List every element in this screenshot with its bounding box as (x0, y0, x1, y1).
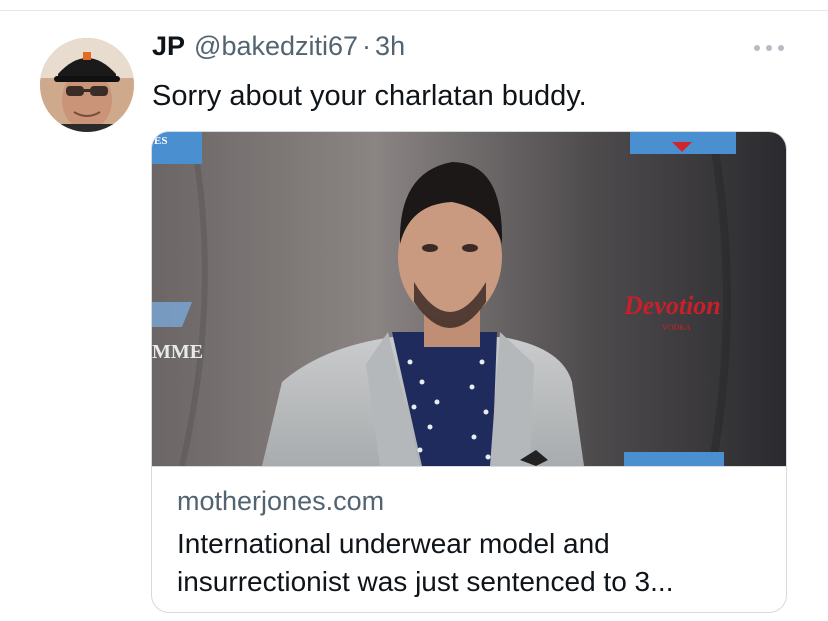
more-options-icon[interactable] (754, 42, 784, 54)
card-domain: motherjones.com (177, 486, 385, 516)
card-title[interactable]: International underwear model and insurr… (177, 525, 767, 601)
devotion-sub: VODKA (662, 323, 691, 332)
card-title-line: insurrectionist was just sentenced to 3.… (177, 566, 674, 597)
header-separator: · (362, 31, 372, 61)
tweet-timestamp[interactable]: 3h (375, 31, 405, 62)
card-photo: ES MME Devotion VODKA (152, 132, 786, 466)
tweet-text: Sorry about your charlatan buddy. (152, 80, 587, 112)
card-image[interactable]: ES MME Devotion VODKA (152, 132, 786, 466)
avatar-photo (40, 38, 134, 132)
link-preview-card[interactable]: ES MME Devotion VODKA motherjones.com In… (151, 131, 787, 613)
user-avatar[interactable] (40, 38, 134, 132)
user-handle[interactable]: @bakedziti67 (194, 31, 358, 62)
card-title-line: International underwear model and (177, 528, 610, 559)
card-divider (152, 466, 786, 467)
sign-left-top: ES (154, 135, 167, 147)
tweet-header: JP @bakedziti67 · 3h (152, 31, 405, 65)
display-name[interactable]: JP (152, 31, 185, 62)
top-divider (0, 10, 828, 11)
devotion-logo: Devotion (623, 291, 721, 320)
sign-left-mid: MME (152, 341, 203, 363)
